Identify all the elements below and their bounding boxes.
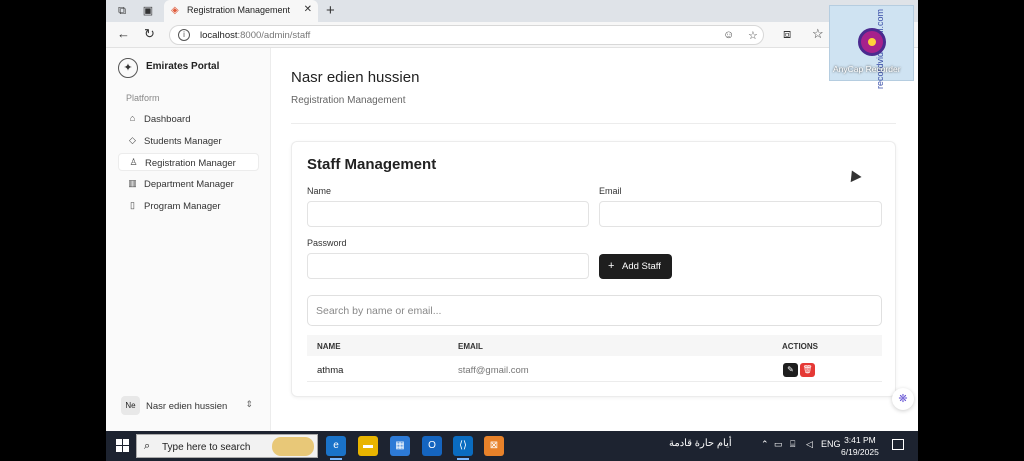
- sidebar: ✦ Emirates Portal Platform ⌂ Dashboard ◇…: [106, 48, 271, 431]
- name-input[interactable]: [307, 201, 589, 227]
- password-label: Password: [307, 238, 347, 248]
- name-label: Name: [307, 186, 332, 196]
- sidebar-item-label: Registration Manager: [145, 158, 236, 169]
- sidebar-section-label: Platform: [126, 93, 160, 103]
- tab-title: Registration Management: [187, 5, 291, 15]
- weather-widget[interactable]: أيام حارة قادمة: [669, 438, 732, 449]
- add-staff-label: Add Staff: [622, 261, 661, 272]
- url-path: :8000/admin/staff: [237, 30, 311, 41]
- sidebar-item-label: Department Manager: [144, 179, 234, 190]
- plus-icon: +: [608, 260, 615, 272]
- sidebar-item-program-manager[interactable]: ▯ Program Manager: [118, 197, 259, 215]
- clock-time: 3:41 PM: [844, 435, 876, 445]
- table-header: NAME EMAIL ACTIONS: [307, 335, 882, 356]
- watermark-label: AnyCap Recorder: [833, 64, 901, 74]
- trash-icon[interactable]: 🗑: [800, 363, 815, 377]
- tab-registration-management[interactable]: ◈ Registration Management ✕: [164, 0, 318, 22]
- sidebar-item-dashboard[interactable]: ⌂ Dashboard: [118, 110, 259, 128]
- email-input[interactable]: [599, 201, 882, 227]
- reader-icon[interactable]: ☺: [723, 29, 734, 41]
- url-text: localhost:8000/admin/staff: [200, 30, 310, 41]
- taskbar: ⌕ Type here to search e ▬ ▦ O ⟨⟩ ⊠ أيام …: [106, 431, 918, 461]
- xampp-icon[interactable]: ⊠: [484, 436, 504, 456]
- windows-start-icon[interactable]: [116, 439, 129, 452]
- brand-name: Emirates Portal: [146, 61, 220, 72]
- divider: [291, 123, 896, 124]
- address-bar: ← ↻ i localhost:8000/admin/staff ☺ ☆ ⧈ ☆: [106, 22, 918, 48]
- tab-bar: ⧉ ▣ ◈ Registration Management ✕ +: [106, 0, 918, 22]
- favorites-icon[interactable]: ☆: [812, 27, 824, 41]
- battery-icon[interactable]: ▭: [774, 439, 783, 450]
- staff-management-card: Staff Management Name Email Password + A…: [291, 141, 896, 397]
- column-email: EMAIL: [458, 342, 483, 351]
- url-input[interactable]: i localhost:8000/admin/staff ☺ ☆: [169, 25, 764, 45]
- chevrons-up-down-icon: ⇕: [245, 399, 253, 409]
- building-icon: ▥: [128, 178, 137, 188]
- back-icon[interactable]: ←: [117, 27, 130, 41]
- sidebar-item-label: Students Manager: [144, 136, 222, 147]
- refresh-icon[interactable]: ↻: [144, 27, 155, 41]
- url-host: localhost: [200, 30, 238, 41]
- search-icon: ⌕: [144, 440, 151, 452]
- user-icon: ♙: [129, 157, 138, 167]
- browser-window: ⧉ ▣ ◈ Registration Management ✕ + ← ↻ i …: [106, 0, 918, 461]
- extensions-icon[interactable]: ⧈: [783, 27, 791, 41]
- search-highlight-icon: [272, 437, 314, 456]
- new-tab-button[interactable]: +: [326, 2, 335, 19]
- laravel-icon: ◈: [171, 5, 179, 16]
- sidebar-item-students-manager[interactable]: ◇ Students Manager: [118, 132, 259, 150]
- table-row: athma staff@gmail.com ✎ 🗑: [307, 357, 882, 382]
- sidebar-item-label: Program Manager: [144, 201, 221, 212]
- outlook-icon[interactable]: O: [422, 436, 442, 456]
- sidebar-item-registration-manager[interactable]: ♙ Registration Manager: [118, 153, 259, 171]
- brand-logo-icon: ✦: [118, 58, 138, 78]
- notifications-icon[interactable]: [892, 439, 904, 450]
- store-icon[interactable]: ▦: [390, 436, 410, 456]
- taskbar-search[interactable]: ⌕ Type here to search: [136, 434, 318, 458]
- user-menu[interactable]: Ne Nasr edien hussien ⇕: [118, 395, 259, 417]
- network-icon[interactable]: ⌸: [790, 439, 795, 450]
- tab-actions-icon[interactable]: ▣: [141, 4, 155, 18]
- favorite-star-icon[interactable]: ☆: [748, 29, 758, 42]
- page-subtitle: Registration Management: [291, 95, 406, 106]
- volume-icon[interactable]: ◁: [806, 439, 813, 450]
- column-name: NAME: [317, 342, 341, 351]
- file-explorer-icon[interactable]: ▬: [358, 436, 378, 456]
- edge-icon[interactable]: e: [326, 436, 346, 460]
- clock-date: 6/19/2025: [841, 447, 879, 457]
- book-icon: ▯: [130, 200, 135, 210]
- search-input[interactable]: Search by name or email...: [307, 295, 882, 326]
- assistant-icon[interactable]: ❋: [892, 388, 914, 410]
- recorder-watermark: recordvideocall.com AnyCap Recorder: [829, 5, 914, 89]
- user-name: Nasr edien hussien: [146, 401, 228, 412]
- column-actions: ACTIONS: [782, 342, 818, 351]
- vscode-icon[interactable]: ⟨⟩: [453, 436, 473, 460]
- home-icon: ⌂: [129, 113, 136, 123]
- clock[interactable]: 3:41 PM 6/19/2025: [841, 434, 879, 458]
- page-title: Nasr edien hussien: [291, 69, 420, 86]
- cell-email: staff@gmail.com: [458, 365, 529, 376]
- close-tab-icon[interactable]: ✕: [304, 4, 312, 15]
- password-input[interactable]: [307, 253, 589, 279]
- sidebar-item-department-manager[interactable]: ▥ Department Manager: [118, 175, 259, 193]
- email-label: Email: [599, 186, 622, 196]
- edit-icon[interactable]: ✎: [783, 363, 798, 377]
- camera-lens-icon: [858, 28, 886, 56]
- taskbar-search-text: Type here to search: [162, 442, 251, 453]
- language-indicator[interactable]: ENG: [821, 439, 841, 449]
- info-icon[interactable]: i: [178, 29, 190, 41]
- tray-chevron-icon[interactable]: ⌃: [761, 439, 769, 450]
- workspaces-icon[interactable]: ⧉: [115, 4, 129, 18]
- sidebar-item-label: Dashboard: [144, 114, 191, 125]
- add-staff-button[interactable]: + Add Staff: [599, 254, 672, 279]
- main-content: Nasr edien hussien Registration Manageme…: [272, 48, 918, 431]
- search-placeholder: Search by name or email...: [316, 305, 442, 317]
- graduation-cap-icon: ◇: [129, 135, 136, 145]
- avatar: Ne: [121, 396, 140, 415]
- cell-name: athma: [317, 365, 344, 376]
- card-title: Staff Management: [307, 156, 437, 173]
